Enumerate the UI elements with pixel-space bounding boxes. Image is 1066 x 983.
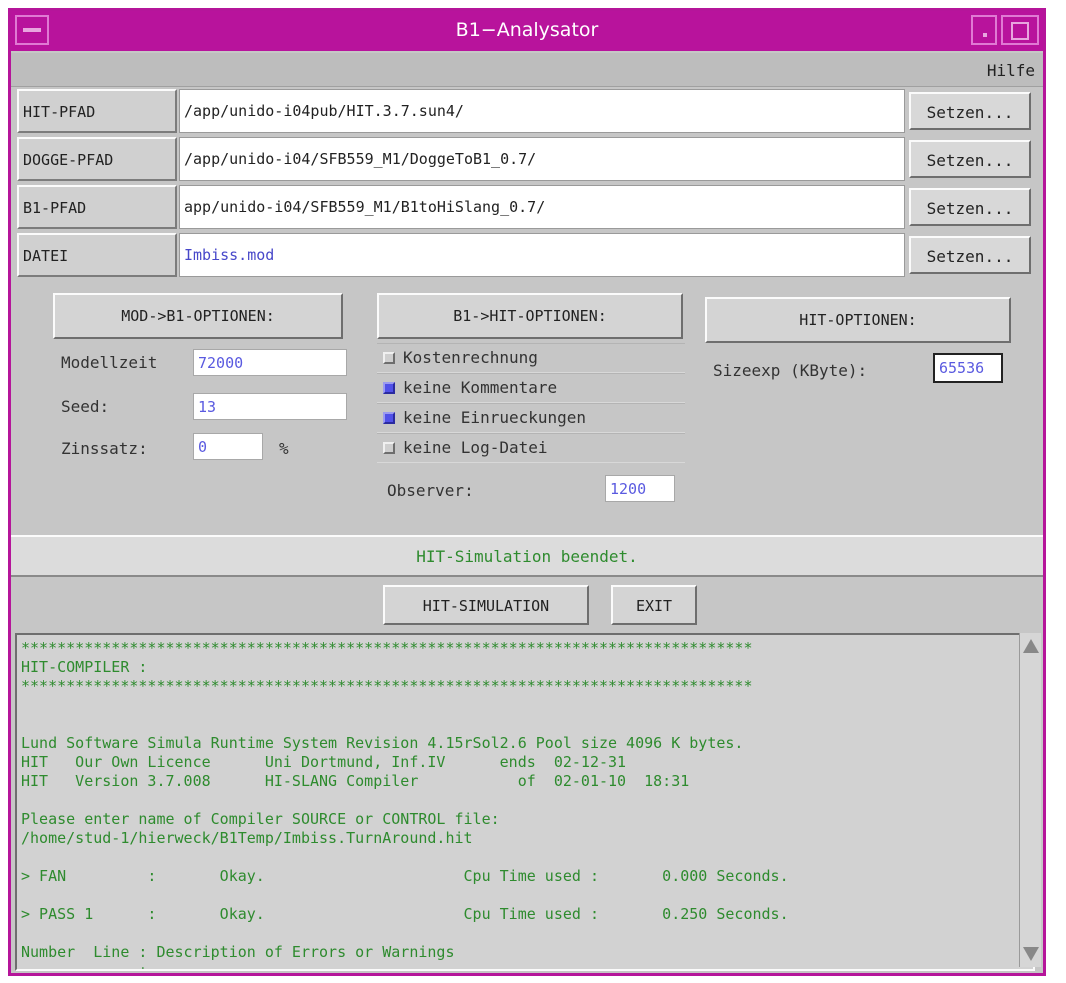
checkbox-keine-log-datei-label: keine Log-Datei bbox=[403, 438, 548, 457]
dogge-path-set-button[interactable]: Setzen... bbox=[909, 140, 1031, 178]
file-field[interactable]: Imbiss.mod bbox=[179, 233, 905, 277]
file-row: DATEI Imbiss.mod Setzen... bbox=[17, 233, 1039, 277]
title-bar[interactable]: B1−Analysator bbox=[11, 11, 1043, 51]
hit-path-label: HIT-PFAD bbox=[17, 89, 177, 133]
checkbox-keine-log-datei[interactable]: keine Log-Datei bbox=[377, 433, 685, 463]
b1-hit-options-button[interactable]: B1->HIT-OPTIONEN: bbox=[377, 293, 683, 339]
dogge-path-label: DOGGE-PFAD bbox=[17, 137, 177, 181]
hit-path-field[interactable]: /app/unido-i04pub/HIT.3.7.sun4/ bbox=[179, 89, 905, 133]
scroll-up-arrow-icon[interactable] bbox=[1023, 639, 1039, 653]
hit-options-button[interactable]: HIT-OPTIONEN: bbox=[705, 297, 1011, 343]
checkbox-kostenrechnung-box[interactable] bbox=[383, 352, 395, 364]
window-title: B1−Analysator bbox=[455, 19, 599, 41]
zinssatz-input[interactable]: 0 bbox=[193, 433, 263, 460]
seed-input[interactable]: 13 bbox=[193, 393, 347, 420]
file-label: DATEI bbox=[17, 233, 177, 277]
checkbox-keine-einrueckungen-box[interactable] bbox=[383, 412, 395, 424]
checkbox-keine-einrueckungen[interactable]: keine Einrueckungen bbox=[377, 403, 685, 433]
log-scrollbar-area bbox=[1013, 633, 1041, 971]
sizeexp-input[interactable]: 65536 bbox=[933, 353, 1003, 383]
observer-input[interactable]: 1200 bbox=[605, 475, 675, 502]
hit-path-row: HIT-PFAD /app/unido-i04pub/HIT.3.7.sun4/… bbox=[17, 89, 1039, 133]
minimize-icon bbox=[983, 33, 987, 37]
log-line: Number Line : Description of Errors or W… bbox=[21, 943, 455, 961]
mod-b1-options-button[interactable]: MOD->B1-OPTIONEN: bbox=[53, 293, 343, 339]
log-line: HIT Version 3.7.008 HI-SLANG Compiler of… bbox=[21, 772, 690, 790]
b1-path-field[interactable]: app/unido-i04/SFB559_M1/B1toHiSlang_0.7/ bbox=[179, 185, 905, 229]
checkbox-keine-einrueckungen-label: keine Einrueckungen bbox=[403, 408, 587, 427]
b1-analysator-window: B1−Analysator Hilfe HIT-PFAD /app/unido-… bbox=[8, 8, 1046, 976]
log-output[interactable]: ****************************************… bbox=[15, 633, 1035, 971]
log-line: > FAN : Okay. Cpu Time used : 0.000 Seco… bbox=[21, 867, 789, 885]
dogge-path-row: DOGGE-PFAD /app/unido-i04/SFB559_M1/Dogg… bbox=[17, 137, 1039, 181]
checkbox-keine-kommentare-box[interactable] bbox=[383, 382, 395, 394]
checkbox-kostenrechnung[interactable]: Kostenrechnung bbox=[377, 343, 685, 373]
seed-label: Seed: bbox=[61, 397, 110, 416]
maximize-button[interactable] bbox=[1001, 15, 1039, 45]
log-line: HIT-COMPILER : bbox=[21, 658, 148, 676]
log-line: Lund Software Simula Runtime System Revi… bbox=[21, 734, 744, 752]
checkbox-kostenrechnung-label: Kostenrechnung bbox=[403, 348, 538, 367]
log-line: Please enter name of Compiler SOURCE or … bbox=[21, 810, 500, 828]
log-lines: ****************************************… bbox=[21, 639, 1001, 971]
sizeexp-label: Sizeexp (KByte): bbox=[713, 361, 868, 380]
checkbox-keine-kommentare[interactable]: keine Kommentare bbox=[377, 373, 685, 403]
dogge-path-field[interactable]: /app/unido-i04/SFB559_M1/DoggeToB1_0.7/ bbox=[179, 137, 905, 181]
log-line: > PASS 1 : Okay. Cpu Time used : 0.250 S… bbox=[21, 905, 789, 923]
log-scrollbar[interactable] bbox=[1019, 633, 1041, 967]
log-line: ****************************************… bbox=[21, 639, 753, 657]
zinssatz-unit: % bbox=[279, 439, 289, 458]
menu-bar: Hilfe bbox=[11, 53, 1043, 87]
minimize-button[interactable] bbox=[971, 15, 997, 45]
observer-label: Observer: bbox=[387, 481, 474, 500]
checkbox-keine-log-datei-box[interactable] bbox=[383, 442, 395, 454]
b1-path-set-button[interactable]: Setzen... bbox=[909, 188, 1031, 226]
scroll-down-arrow-icon[interactable] bbox=[1023, 947, 1039, 961]
file-set-button[interactable]: Setzen... bbox=[909, 236, 1031, 274]
maximize-icon bbox=[1011, 22, 1029, 40]
modellzeit-input[interactable]: 72000 bbox=[193, 349, 347, 376]
zinssatz-label: Zinssatz: bbox=[61, 439, 148, 458]
status-bar: HIT-Simulation beendet. bbox=[11, 535, 1043, 577]
log-line: -------------+--------------------------… bbox=[21, 962, 735, 971]
checkbox-keine-kommentare-label: keine Kommentare bbox=[403, 378, 558, 397]
modellzeit-label: Modellzeit bbox=[61, 353, 158, 372]
exit-button[interactable]: EXIT bbox=[611, 585, 697, 625]
help-menu[interactable]: Hilfe bbox=[987, 61, 1035, 80]
log-line: HIT Our Own Licence Uni Dortmund, Inf.IV… bbox=[21, 753, 627, 771]
b1-path-row: B1-PFAD app/unido-i04/SFB559_M1/B1toHiSl… bbox=[17, 185, 1039, 229]
hit-path-set-button[interactable]: Setzen... bbox=[909, 92, 1031, 130]
log-line: ****************************************… bbox=[21, 677, 753, 695]
b1-path-label: B1-PFAD bbox=[17, 185, 177, 229]
hit-simulation-button[interactable]: HIT-SIMULATION bbox=[383, 585, 589, 625]
log-line: /home/stud-1/hierweck/B1Temp/Imbiss.Turn… bbox=[21, 829, 473, 847]
